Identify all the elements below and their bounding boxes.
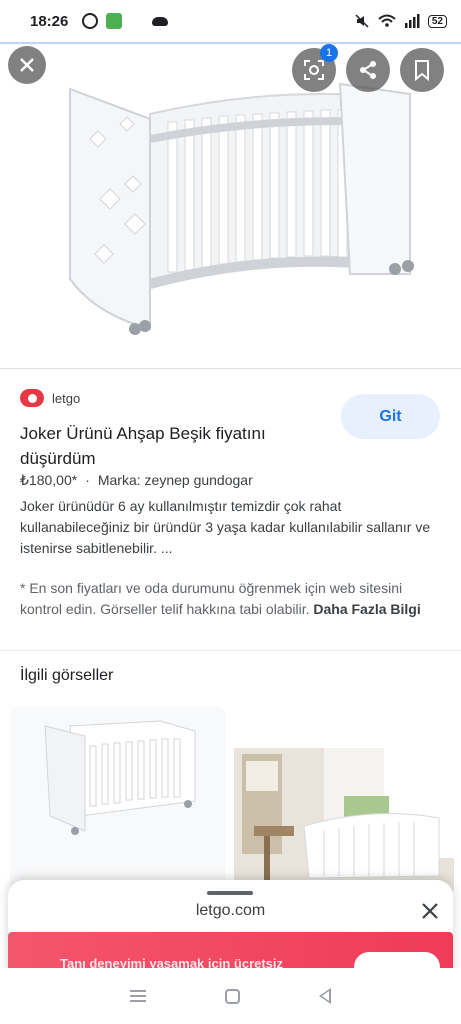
related-images-heading: İlgili görseller [20, 667, 114, 684]
sheet-close-button[interactable] [417, 898, 443, 924]
wifi-icon [378, 14, 396, 27]
status-system-icons: 52 [354, 13, 447, 29]
disclaimer: * En son fiyatları ve oda durumunu öğren… [20, 578, 440, 620]
brand: Marka: zeynep gundogar [97, 472, 253, 488]
system-nav-bar [0, 968, 461, 1024]
lens-search-button[interactable]: 1 [292, 44, 338, 92]
recents-icon[interactable] [129, 990, 146, 1002]
more-info-link[interactable]: Daha Fazla Bilgi [313, 601, 420, 617]
visit-button[interactable]: Git [341, 394, 440, 439]
cloud-icon [152, 16, 169, 26]
mute-icon [355, 14, 369, 28]
lens-count-badge: 1 [320, 44, 338, 62]
status-time: 18:26 [30, 12, 69, 30]
source-site[interactable]: letgo [20, 389, 80, 407]
share-icon [360, 61, 376, 79]
sheet-drag-handle[interactable] [207, 891, 253, 895]
status-notification-icons [82, 13, 169, 29]
related-image-1[interactable] [10, 706, 225, 896]
crib-illustration [69, 82, 414, 335]
source-name: letgo [52, 390, 81, 406]
lens-icon [304, 60, 324, 80]
close-icon [422, 903, 438, 919]
related-nursery-thumbnail [234, 748, 454, 896]
result-description: Joker ürünüdür 6 ay kullanılmıştır temiz… [20, 498, 431, 556]
back-icon[interactable] [319, 988, 332, 1004]
related-crib-thumbnail [44, 720, 196, 835]
meta-separator: · [85, 472, 90, 488]
result-meta: ₺180,00* · Marka: zeynep gundogar [20, 472, 253, 489]
save-button[interactable] [400, 48, 444, 92]
app-notification-icon [106, 13, 123, 29]
letgo-logo-icon [20, 389, 44, 407]
home-icon[interactable] [224, 988, 240, 1004]
image-divider [0, 368, 461, 369]
product-image[interactable] [0, 44, 461, 368]
sheet-url: letgo.com [195, 902, 266, 919]
related-image-2[interactable] [234, 706, 454, 896]
price: ₺180,00* [20, 472, 78, 488]
status-bar: 18:26 52 [0, 0, 461, 42]
site-preview-sheet[interactable]: letgo.com Tanı deneyimi yaşamak için ücr… [8, 880, 453, 980]
whatsapp-icon [82, 13, 99, 29]
bookmark-icon [415, 60, 429, 81]
signal-icon [404, 14, 420, 28]
share-button[interactable] [346, 48, 390, 92]
close-icon [20, 58, 34, 72]
section-divider [0, 650, 461, 651]
battery-indicator: 52 [427, 14, 447, 28]
result-title[interactable]: Joker Ürünü Ahşap Beşik fiyatını düşürdü… [20, 421, 330, 471]
close-viewer-button[interactable] [8, 46, 46, 84]
